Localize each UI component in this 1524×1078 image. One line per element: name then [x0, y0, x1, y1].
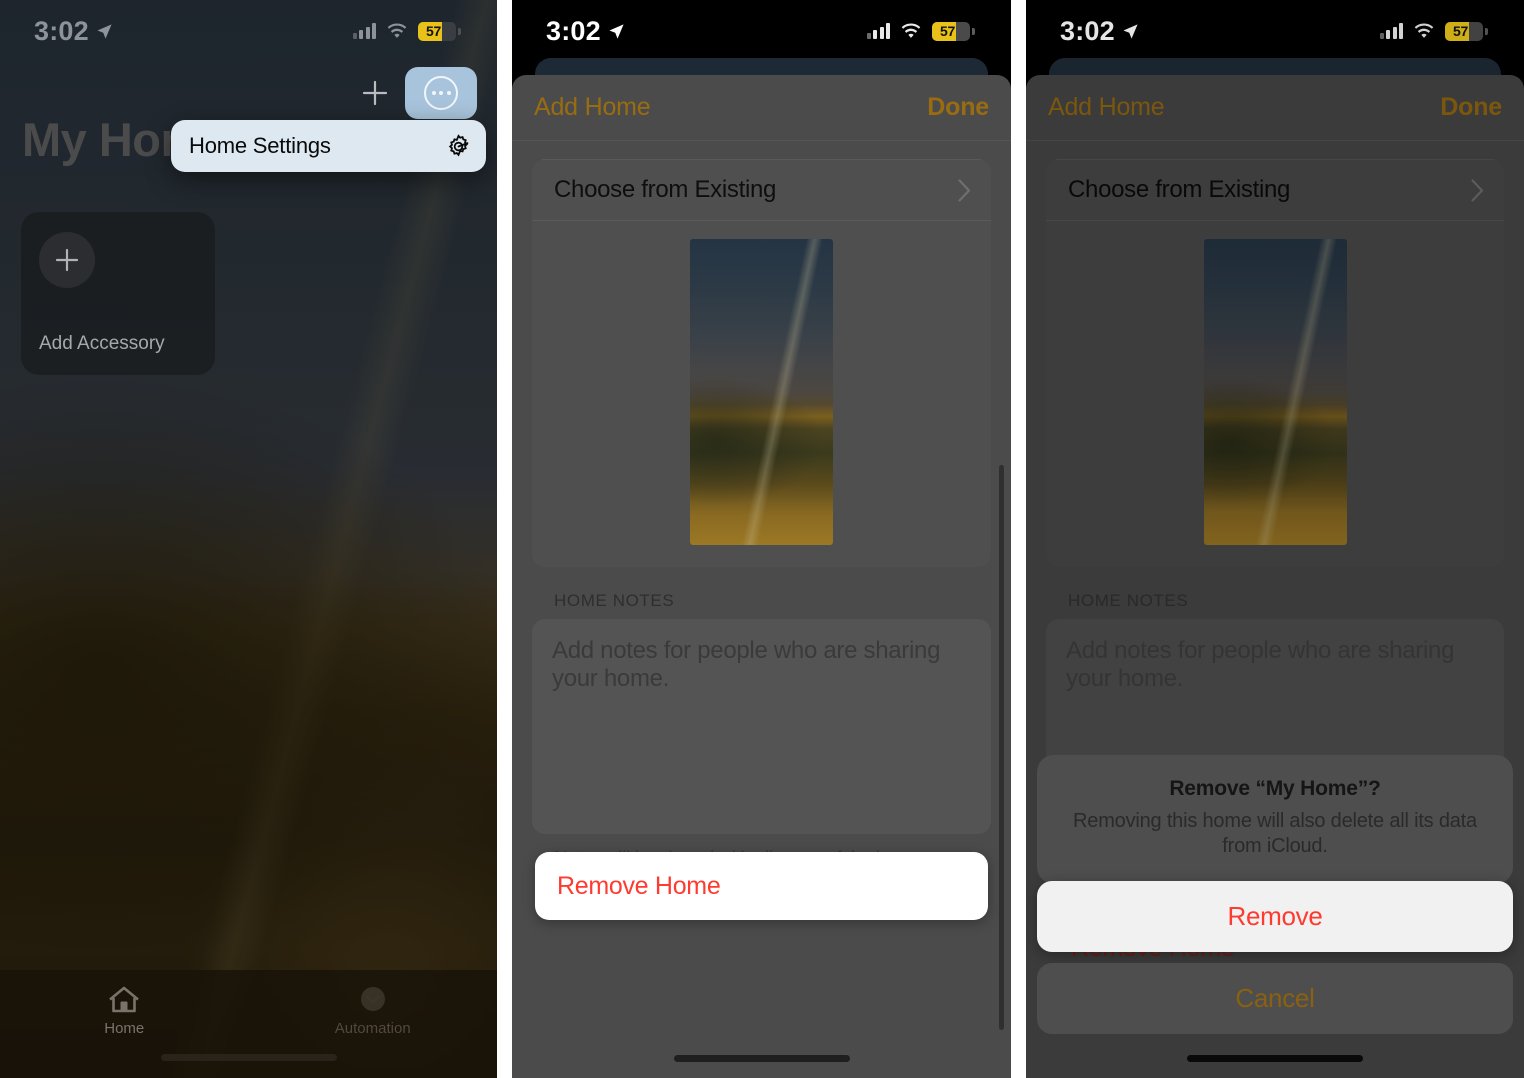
tab-automation-label: Automation: [334, 1020, 411, 1037]
alert-title: Remove “My Home”?: [1169, 777, 1381, 800]
done-button[interactable]: Done: [927, 93, 989, 122]
add-accessory-label: Add Accessory: [39, 333, 165, 354]
add-accessory-plus-button[interactable]: [39, 232, 95, 288]
add-accessory-card[interactable]: Add Accessory: [21, 212, 215, 375]
wallpaper-preview-wrap[interactable]: [532, 221, 991, 567]
tab-home-label: Home: [104, 1020, 145, 1037]
home-notes-placeholder: Add notes for people who are sharing you…: [552, 637, 941, 693]
menu-item-home-settings[interactable]: Home Settings: [189, 133, 331, 159]
alert-text-block: Remove “My Home”? Removing this home wil…: [1037, 755, 1513, 883]
alert-cancel-button[interactable]: Cancel: [1037, 963, 1513, 1034]
plus-icon: [55, 248, 79, 272]
more-options-button[interactable]: [405, 67, 477, 119]
home-notes-section-label: HOME NOTES: [554, 591, 675, 610]
remove-home-alert-layer: Remove “My Home”? Removing this home wil…: [1026, 0, 1524, 1078]
remove-home-label: Remove Home: [557, 871, 721, 900]
phone-screen-home-app: 3:02 57 My Home Home Settings Add Access…: [0, 0, 497, 1078]
gear-icon: [448, 133, 469, 156]
home-wallpaper-thumbnail[interactable]: [690, 239, 833, 545]
screenshot-stage: 3:02 57 My Home Home Settings Add Access…: [0, 0, 1524, 1078]
alert-remove-label: Remove: [1227, 901, 1323, 931]
chevron-right-icon: [958, 178, 971, 202]
sheet-header: Add Home Done: [512, 75, 1011, 141]
sheet-title: Add Home: [534, 93, 651, 121]
plus-icon: [362, 80, 388, 106]
panel-gap-1: [497, 0, 512, 1078]
remove-home-alert: Remove “My Home”? Removing this home wil…: [1037, 755, 1513, 884]
add-home-sheet: Add Home Done Choose from Existing HOME: [512, 75, 1011, 1078]
home-nav-actions: [349, 62, 477, 124]
home-indicator: [673, 1055, 850, 1062]
choose-from-existing-row[interactable]: Choose from Existing: [532, 159, 991, 221]
context-menu: Home Settings: [171, 120, 486, 172]
phone-screen-remove-home-alert: 3:02 57 Add Home Done Choose from Existi…: [1026, 0, 1524, 1078]
phone-screen-add-home-sheet: 3:02 57 Add Home Done Choose from Existi…: [512, 0, 1011, 1078]
home-settings-group: Choose from Existing: [532, 159, 991, 567]
clock-automation-icon: [360, 987, 385, 1011]
alert-remove-button[interactable]: Remove: [1037, 881, 1513, 952]
add-button[interactable]: [349, 67, 401, 119]
alert-cancel-label: Cancel: [1235, 983, 1315, 1013]
tab-home[interactable]: Home: [0, 970, 249, 1078]
remove-home-button[interactable]: Remove Home: [535, 852, 988, 920]
panel-gap-2: [1011, 0, 1026, 1078]
house-icon: [109, 986, 140, 1013]
sheet-body: Choose from Existing HOME NOTES Add note…: [512, 159, 1011, 869]
alert-message: Removing this home will also delete all …: [1073, 810, 1477, 857]
ellipsis-circle-icon: [424, 76, 458, 110]
tab-automation[interactable]: Automation: [249, 970, 498, 1078]
home-notes-textarea[interactable]: Add notes for people who are sharing you…: [532, 619, 991, 834]
choose-from-existing-label: Choose from Existing: [554, 176, 777, 203]
vertical-scrollbar[interactable]: [999, 465, 1004, 1030]
tab-bar: Home Automation: [0, 970, 497, 1078]
